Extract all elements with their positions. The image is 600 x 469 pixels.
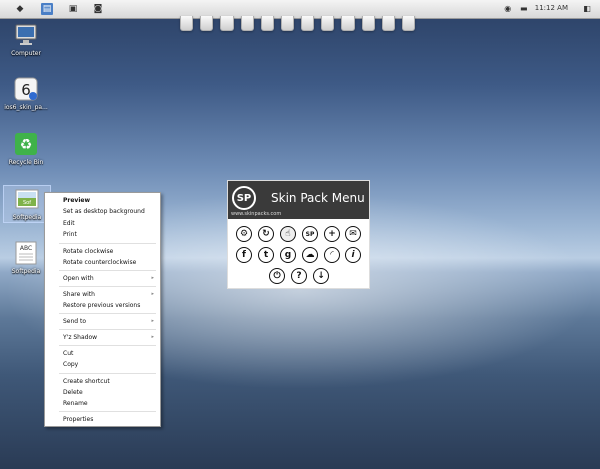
dock-tile[interactable] <box>301 16 315 31</box>
app-launcher-icon[interactable]: ▤ <box>41 3 53 15</box>
installer-icon: 6 <box>13 76 39 102</box>
menu-separator <box>59 270 156 271</box>
menu-item-restore-previous-versions[interactable]: Restore previous versions <box>63 302 140 309</box>
dock-tile[interactable] <box>180 16 194 31</box>
desktop-icon-ios6-skin-pack[interactable]: 6 ios6_skin_pa... <box>3 76 49 111</box>
show-desktop-icon[interactable]: ◧ <box>582 3 592 13</box>
menu-item-print[interactable]: Print <box>63 231 77 238</box>
skin-pack-menu: SP Skin Pack Menu www.skinpacks.com ⚙ ↻ … <box>227 180 370 289</box>
menu-item-send-to[interactable]: Send to <box>63 318 86 325</box>
sp-logo-icon: SP <box>232 186 256 210</box>
menu-separator <box>59 313 156 314</box>
system-tray: ◉ ▬ 11:12 AM ◧ <box>503 3 592 13</box>
menu-item-properties[interactable]: Properties <box>63 416 93 423</box>
menu-item-delete[interactable]: Delete <box>63 389 83 396</box>
submenu-arrow-icon: ▸ <box>151 291 154 297</box>
desktop-icon-recycle-bin[interactable]: ♻ Recycle Bin <box>3 131 49 166</box>
clock[interactable]: 11:12 AM <box>535 4 568 12</box>
gear-icon[interactable]: ⚙ <box>236 226 252 242</box>
svg-text:♻: ♻ <box>20 137 33 153</box>
menu-item-share-with[interactable]: Share with <box>63 291 95 298</box>
facebook-icon[interactable]: f <box>236 247 252 263</box>
submenu-arrow-icon: ▸ <box>151 334 154 340</box>
info-icon[interactable]: i <box>345 247 361 263</box>
window-icon[interactable]: ◙ <box>92 3 104 15</box>
recycle-bin-icon: ♻ <box>13 131 39 157</box>
mail-icon[interactable]: ✉ <box>345 226 361 242</box>
help-icon[interactable]: ? <box>291 268 307 284</box>
skin-pack-url[interactable]: www.skinpacks.com <box>231 211 281 217</box>
menu-item-create-shortcut[interactable]: Create shortcut <box>63 378 110 385</box>
desktop[interactable]: ◆ ▤ ▣ ◙ ◉ ▬ 11:12 AM ◧ Computer 6 ios6_s… <box>0 0 600 469</box>
menu-separator <box>59 345 156 346</box>
dock-tile[interactable] <box>381 16 395 31</box>
dock-tile[interactable] <box>321 16 335 31</box>
menu-item-yz-shadow[interactable]: Y'z Shadow <box>63 334 97 341</box>
save-icon[interactable]: ▣ <box>67 3 79 15</box>
submenu-arrow-icon: ▸ <box>151 275 154 281</box>
hand-cursor-icon[interactable]: ☝ <box>280 226 296 242</box>
menu-item-open-with[interactable]: Open with <box>63 275 94 282</box>
menu-separator <box>59 243 156 244</box>
menu-separator <box>59 286 156 287</box>
menu-separator <box>59 373 156 374</box>
google-icon[interactable]: g <box>280 247 296 263</box>
rss-icon[interactable]: ◜ <box>324 247 340 263</box>
desktop-icon-label: Softpedia <box>11 268 41 275</box>
menu-item-preview[interactable]: Preview <box>63 197 90 204</box>
dock-tile[interactable] <box>280 16 295 31</box>
dock <box>180 16 416 36</box>
twitter-icon[interactable]: t <box>258 247 274 263</box>
menu-separator <box>59 411 156 412</box>
dock-tile[interactable] <box>401 16 416 31</box>
menu-item-copy[interactable]: Copy <box>63 361 78 368</box>
image-thumb-text: Sof <box>23 200 31 206</box>
menu-item-set-desktop-background[interactable]: Set as desktop background <box>63 208 145 215</box>
menu-item-cut[interactable]: Cut <box>63 350 73 357</box>
network-icon[interactable]: ▬ <box>519 3 529 13</box>
submenu-arrow-icon: ▸ <box>151 318 154 324</box>
dock-tile[interactable] <box>341 16 355 31</box>
menu-item-rename[interactable]: Rename <box>63 400 88 407</box>
refresh-icon[interactable]: ↻ <box>258 226 274 242</box>
start-icon[interactable]: ◆ <box>14 3 26 15</box>
desktop-icon-softpedia-text[interactable]: ABC Softpedia <box>3 240 49 275</box>
download-icon[interactable]: ↓ <box>313 268 329 284</box>
menu-separator <box>59 329 156 330</box>
dock-tile[interactable] <box>260 16 274 31</box>
skin-pack-header: SP Skin Pack Menu www.skinpacks.com <box>228 181 369 219</box>
dock-tile[interactable] <box>200 16 214 31</box>
skin-pack-title: Skin Pack Menu <box>271 191 365 205</box>
text-file-icon: ABC <box>13 240 39 266</box>
desktop-icon-label: Computer <box>11 50 41 57</box>
menu-item-rotate-clockwise[interactable]: Rotate clockwise <box>63 248 113 255</box>
monitor-icon <box>13 22 39 48</box>
desktop-icon-computer[interactable]: Computer <box>3 22 49 57</box>
menu-item-edit[interactable]: Edit <box>63 220 75 227</box>
cloud-icon[interactable]: ☁ <box>302 247 318 263</box>
user-icon[interactable]: ◉ <box>503 3 513 13</box>
text-thumb-text: ABC <box>20 245 32 252</box>
desktop-icon-label: ios6_skin_pa... <box>4 104 48 111</box>
sp-icon[interactable]: SP <box>302 226 318 242</box>
power-icon[interactable]: ⏻ <box>269 268 285 284</box>
menu-item-rotate-counterclockwise[interactable]: Rotate counterclockwise <box>63 259 136 266</box>
plus-icon[interactable]: + <box>324 226 340 242</box>
desktop-icon-label: Recycle Bin <box>8 159 44 166</box>
image-file-icon: Sof <box>14 186 40 212</box>
context-menu: Preview Set as desktop background Edit P… <box>44 192 161 427</box>
dock-tile[interactable] <box>220 16 234 31</box>
dock-tile[interactable] <box>240 16 254 31</box>
dock-tile[interactable] <box>361 16 375 31</box>
